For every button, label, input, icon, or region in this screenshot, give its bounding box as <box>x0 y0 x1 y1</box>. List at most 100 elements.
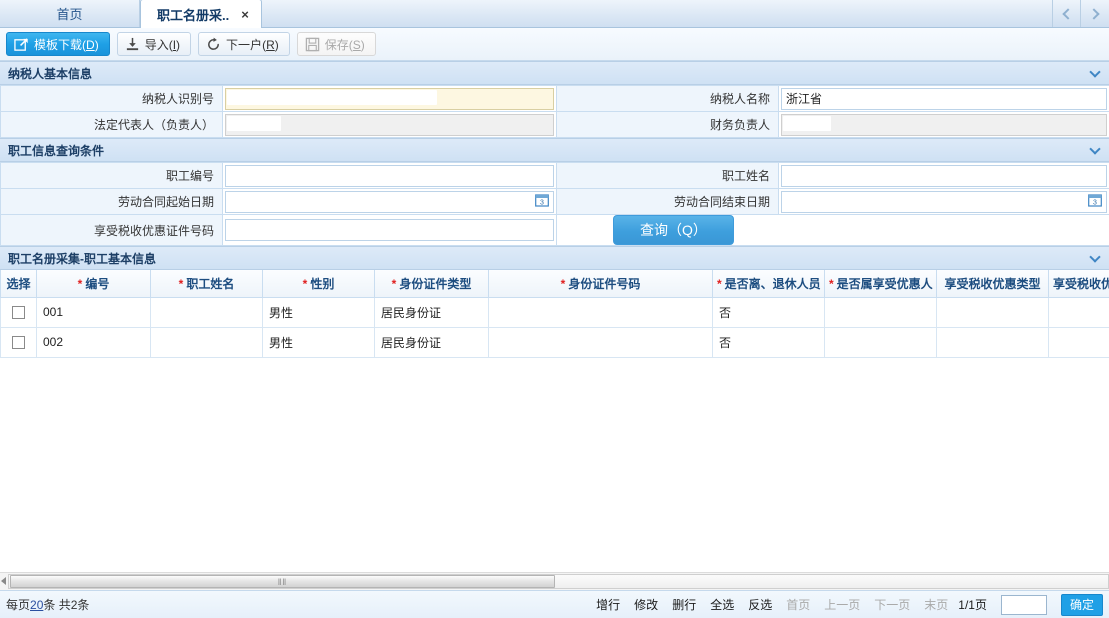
contract-start-input[interactable] <box>225 190 554 213</box>
query-button[interactable]: 查询（Q） <box>613 215 734 245</box>
invert-selection-button[interactable]: 反选 <box>748 596 772 613</box>
modify-row-button[interactable]: 修改 <box>634 596 658 613</box>
next-page-button[interactable]: 下一页 <box>874 596 910 613</box>
tab-employee-roster[interactable]: 职工名册采.. × <box>140 0 262 28</box>
cell-benefit-type[interactable] <box>936 296 1049 328</box>
redaction-block <box>943 333 1007 351</box>
cell-is-benefit[interactable] <box>824 326 937 358</box>
tab-home[interactable]: 首页 <box>0 0 140 27</box>
cell-benefit-extra[interactable] <box>1048 326 1109 358</box>
save-button[interactable]: 保存(S) <box>296 32 376 56</box>
row-select-cell[interactable] <box>0 296 37 328</box>
column-header-gender[interactable]: * 性别 <box>262 270 375 298</box>
cell-is-benefit[interactable] <box>824 296 937 328</box>
template-download-label: 模板下载(D) <box>34 37 99 52</box>
required-asterisk: * <box>560 276 566 291</box>
next-household-button[interactable]: 下一户(R) <box>198 32 290 56</box>
chevron-down-icon[interactable] <box>1089 251 1101 263</box>
cell-no[interactable]: 002 <box>36 326 151 358</box>
cell-benefit-extra[interactable] <box>1048 296 1109 328</box>
status-bar: 每页20条 共2条 增行 修改 删行 全选 反选 首页 上一页 下一页 末页 1… <box>0 590 1109 618</box>
cell-id-number[interactable] <box>488 296 713 328</box>
row-checkbox[interactable] <box>12 336 25 350</box>
tab-prev-button[interactable] <box>1053 0 1081 27</box>
delete-row-button[interactable]: 删行 <box>672 596 696 613</box>
cell-benefit-type[interactable] <box>936 326 1049 358</box>
section-header-query[interactable]: 职工信息查询条件 <box>0 138 1109 162</box>
legal-representative-input[interactable] <box>225 113 554 136</box>
first-page-button[interactable]: 首页 <box>786 596 810 613</box>
scrollbar-thumb[interactable]: ‖‖ <box>10 575 555 588</box>
content-filler <box>0 357 1109 572</box>
cell-no[interactable]: 001 <box>36 296 151 328</box>
cell-id-type[interactable]: 居民身份证 <box>374 296 489 328</box>
taxpayer-name-input[interactable] <box>781 87 1107 110</box>
chevron-down-icon[interactable] <box>1089 143 1101 155</box>
cell-id-number[interactable] <box>488 326 713 358</box>
section-title-taxpayer: 纳税人基本信息 <box>8 66 93 81</box>
tax-id-label: 纳税人识别号 <box>0 85 223 112</box>
legal-representative-field-cell <box>222 111 557 138</box>
tab-employee-roster-label: 职工名册采.. <box>157 7 230 23</box>
column-header-name[interactable]: * 职工姓名 <box>150 270 263 298</box>
column-header-retired[interactable]: * 是否离、退休人员 <box>712 270 825 298</box>
column-header-id-number[interactable]: * 身份证件号码 <box>488 270 713 298</box>
section-header-taxpayer[interactable]: 纳税人基本信息 <box>0 61 1109 85</box>
cell-name[interactable] <box>150 326 263 358</box>
required-asterisk: * <box>829 276 834 291</box>
add-row-button[interactable]: 增行 <box>596 596 620 613</box>
contract-end-field-cell: 3 <box>778 188 1109 215</box>
column-header-benefit-type[interactable]: 享受税收优惠类型 <box>936 270 1049 298</box>
finance-head-field-cell <box>778 111 1109 138</box>
cell-name[interactable] <box>150 296 263 328</box>
chevron-down-icon[interactable] <box>1089 66 1101 78</box>
tab-next-button[interactable] <box>1081 0 1109 27</box>
close-icon[interactable]: × <box>241 8 249 21</box>
tax-benefit-cert-field-cell <box>222 214 557 246</box>
horizontal-scrollbar[interactable]: ‖‖ <box>0 572 1109 590</box>
column-header-no[interactable]: * 编号 <box>36 270 151 298</box>
section-header-roster[interactable]: 职工名册采集-职工基本信息 <box>0 246 1109 270</box>
contract-end-input[interactable] <box>781 190 1107 213</box>
column-header-select[interactable]: 选择 <box>0 270 37 298</box>
employee-table-wrapper: 选择 * 编号 * 职工姓名 * 性别 * 身份证件类型 * 身份证件号码 * 是否离、退休… <box>0 270 1109 358</box>
table-row[interactable]: 001 男性 居民身份证 否 <box>0 296 1109 328</box>
taxpayer-name-field-cell <box>778 85 1109 112</box>
section-title-query: 职工信息查询条件 <box>8 143 105 158</box>
table-row[interactable]: 002 男性 居民身份证 否 <box>0 326 1109 358</box>
redaction-block <box>495 303 509 320</box>
page-number-input[interactable] <box>1000 594 1047 615</box>
select-all-button[interactable]: 全选 <box>710 596 734 613</box>
row-select-cell[interactable] <box>0 326 37 358</box>
cell-gender[interactable]: 男性 <box>262 296 375 328</box>
query-button-cell: 查询（Q） <box>556 214 1109 246</box>
import-label: 导入(I) <box>144 37 181 52</box>
tax-benefit-cert-label: 享受税收优惠证件号码 <box>0 214 223 246</box>
template-download-button[interactable]: 模板下载(D) <box>6 32 110 56</box>
per-page-link[interactable]: 20 <box>30 598 43 612</box>
tax-benefit-cert-input[interactable] <box>225 219 554 241</box>
column-header-id-type[interactable]: * 身份证件类型 <box>374 270 489 298</box>
refresh-icon <box>208 37 219 50</box>
prev-page-button[interactable]: 上一页 <box>824 596 860 613</box>
column-header-is-benefit[interactable]: * 是否属享受优惠人 <box>824 270 937 298</box>
import-button[interactable]: 导入(I) <box>116 32 192 56</box>
tax-id-input[interactable] <box>225 87 554 110</box>
column-header-benefit-extra[interactable]: 享受税收优 <box>1048 270 1109 298</box>
cell-retired[interactable]: 否 <box>712 326 825 358</box>
cell-retired[interactable]: 否 <box>712 296 825 328</box>
finance-head-input[interactable] <box>781 113 1107 136</box>
employee-no-input[interactable] <box>225 164 554 187</box>
employee-name-field-cell <box>778 162 1109 189</box>
cell-gender[interactable]: 男性 <box>262 326 375 358</box>
confirm-page-button[interactable]: 确定 <box>1060 593 1103 616</box>
calendar-icon[interactable]: 3 <box>1088 193 1102 207</box>
calendar-icon[interactable]: 3 <box>535 193 549 207</box>
save-icon <box>305 37 319 51</box>
last-page-button[interactable]: 末页 <box>924 596 948 613</box>
taxpayer-form: 纳税人识别号 纳税人名称 法定代表人（负责人） 财务负责人 <box>0 85 1109 138</box>
cell-id-type[interactable]: 居民身份证 <box>374 326 489 358</box>
employee-name-input[interactable] <box>781 164 1107 187</box>
scroll-left-icon[interactable] <box>1 577 6 585</box>
row-checkbox[interactable] <box>12 306 25 320</box>
